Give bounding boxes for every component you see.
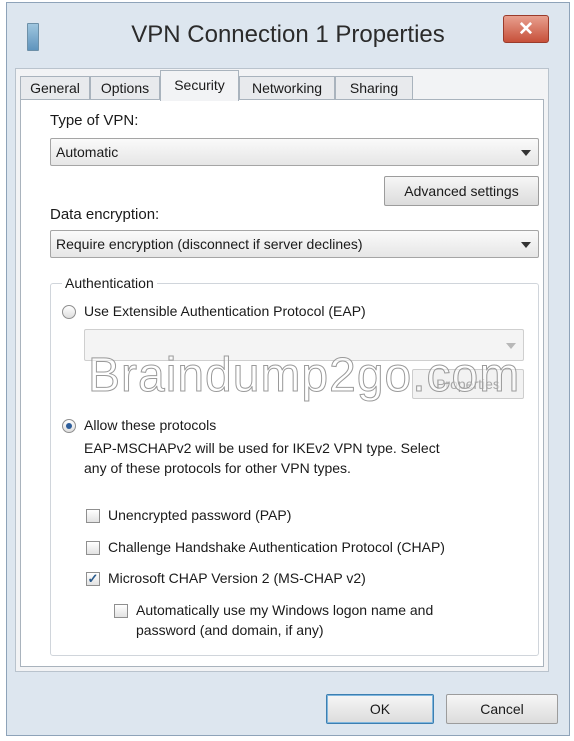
chevron-down-icon <box>521 242 531 248</box>
mschapv2-checkbox[interactable]: ✓ <box>86 572 100 586</box>
auto-logon-label-line2[interactable]: password (and domain, if any) <box>136 622 324 638</box>
chevron-down-icon <box>521 150 531 156</box>
data-encryption-select[interactable]: Require encryption (disconnect if server… <box>50 230 539 258</box>
chevron-down-icon <box>506 343 516 349</box>
auto-logon-label-line1[interactable]: Automatically use my Windows logon name … <box>136 602 433 618</box>
eap-radio[interactable] <box>62 305 76 319</box>
mschapv2-checkbox-label[interactable]: Microsoft CHAP Version 2 (MS-CHAP v2) <box>108 570 366 586</box>
pap-checkbox[interactable] <box>86 509 100 523</box>
tab-networking[interactable]: Networking <box>239 76 335 100</box>
chap-checkbox-label[interactable]: Challenge Handshake Authentication Proto… <box>108 539 445 555</box>
tab-sharing[interactable]: Sharing <box>335 76 413 100</box>
allow-protocols-label[interactable]: Allow these protocols <box>84 417 216 433</box>
window-title: VPN Connection 1 Properties <box>131 21 445 48</box>
close-button[interactable]: ✕ <box>503 15 549 43</box>
allow-protocols-radio[interactable] <box>62 419 76 433</box>
tab-security[interactable]: Security <box>160 70 239 101</box>
pap-checkbox-label[interactable]: Unencrypted password (PAP) <box>108 507 291 523</box>
checkmark-icon: ✓ <box>87 571 99 586</box>
ok-button[interactable]: OK <box>326 694 434 724</box>
data-encryption-value: Require encryption (disconnect if server… <box>56 236 363 252</box>
tab-options[interactable]: Options <box>90 76 160 100</box>
eap-radio-label[interactable]: Use Extensible Authentication Protocol (… <box>84 303 366 319</box>
authentication-group-label: Authentication <box>62 275 157 291</box>
vpn-type-value: Automatic <box>56 144 119 160</box>
advanced-settings-button[interactable]: Advanced settings <box>384 176 539 206</box>
vpn-type-select[interactable]: Automatic <box>50 138 539 166</box>
allow-protocols-note-line2: any of these protocols for other VPN typ… <box>84 460 351 476</box>
data-encryption-label: Data encryption: <box>50 206 160 223</box>
title-bar[interactable]: VPN Connection 1 Properties ✕ <box>7 3 569 65</box>
tab-general[interactable]: General <box>20 76 90 100</box>
eap-properties-button[interactable]: Properties <box>412 369 524 399</box>
auto-logon-checkbox[interactable] <box>114 604 128 618</box>
allow-protocols-note-line1: EAP-MSCHAPv2 will be used for IKEv2 VPN … <box>84 440 440 456</box>
vpn-type-label: Type of VPN: <box>50 112 139 129</box>
cancel-button[interactable]: Cancel <box>446 694 558 724</box>
eap-method-select[interactable] <box>84 329 524 361</box>
chap-checkbox[interactable] <box>86 541 100 555</box>
